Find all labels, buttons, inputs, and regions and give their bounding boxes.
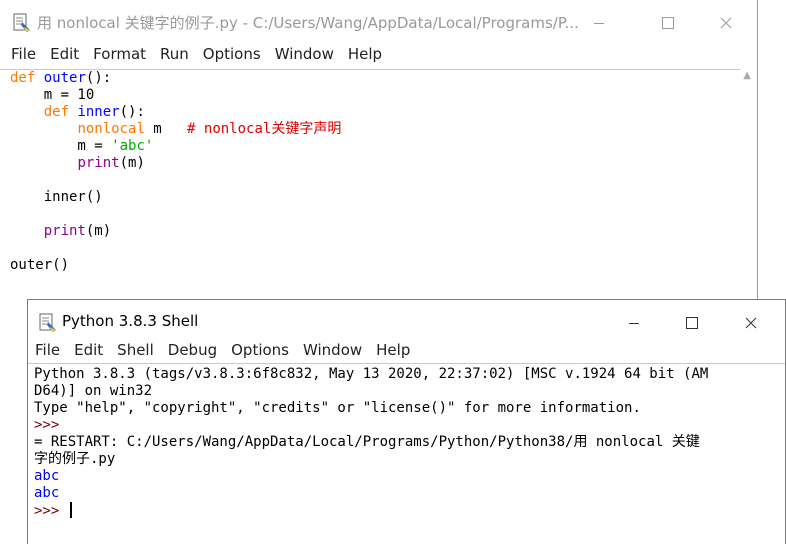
menu-edit[interactable]: Edit <box>74 341 103 359</box>
restart-line: 字的例子.py <box>34 451 116 467</box>
minimize-icon[interactable] <box>611 300 657 345</box>
minimize-icon[interactable] <box>576 0 622 45</box>
output-line: abc <box>34 485 60 501</box>
shell-titlebar[interactable]: Python 3.8.3 Shell <box>28 300 785 345</box>
menu-options[interactable]: Options <box>203 45 261 63</box>
code-line: m = 'abc' <box>10 138 154 154</box>
code-line: m = 10 <box>10 87 95 103</box>
scrollbar-up-arrow-icon[interactable]: ▲ <box>743 70 751 81</box>
output-line: abc <box>34 468 60 484</box>
code-line: print(m) <box>43 223 112 239</box>
code-line: print(m) <box>77 155 145 171</box>
shell-title: Python 3.8.3 Shell <box>62 312 199 330</box>
shell-output: Python 3.8.3 (tags/v3.8.3:6f8c832, May 1… <box>34 366 708 520</box>
python-shell-icon <box>38 313 58 337</box>
maximize-icon[interactable] <box>645 0 691 45</box>
code-line: nonlocal m # nonlocal关键字声明 <box>77 121 342 137</box>
menu-edit[interactable]: Edit <box>50 45 79 63</box>
maximize-icon[interactable] <box>669 300 715 345</box>
banner-line: Type "help", "copyright", "credits" or "… <box>34 400 641 416</box>
code-line: outer() <box>10 257 70 273</box>
editor-titlebar[interactable]: 用 nonlocal 关键字的例子.py - C:/Users/Wang/App… <box>0 0 757 45</box>
shell-menubar: File Edit Shell Debug Options Window Help <box>35 341 410 363</box>
menu-help[interactable]: Help <box>376 341 410 359</box>
menu-shell[interactable]: Shell <box>117 341 154 359</box>
menu-file[interactable]: File <box>35 341 60 359</box>
code-line: def outer(): <box>10 70 112 86</box>
menu-help[interactable]: Help <box>348 45 382 63</box>
python-idle-icon <box>12 13 32 37</box>
code-line: def inner(): <box>43 104 145 120</box>
close-icon[interactable] <box>728 300 774 345</box>
banner-line: Python 3.8.3 (tags/v3.8.3:6f8c832, May 1… <box>34 366 709 382</box>
menu-window[interactable]: Window <box>275 45 334 63</box>
menu-file[interactable]: File <box>11 45 36 63</box>
menu-run[interactable]: Run <box>160 45 189 63</box>
close-icon[interactable] <box>703 0 749 45</box>
editor-title: 用 nonlocal 关键字的例子.py - C:/Users/Wang/App… <box>37 14 579 32</box>
banner-line: D64)] on win32 <box>34 383 153 399</box>
menu-options[interactable]: Options <box>231 341 289 359</box>
menu-debug[interactable]: Debug <box>168 341 217 359</box>
shell-prompt-active[interactable]: >>> <box>34 503 68 519</box>
shell-window: Python 3.8.3 Shell File Edit Shell Debug Opt… <box>27 299 786 544</box>
editor-menubar: File Edit Format Run Options Window Help <box>11 45 382 67</box>
restart-line: = RESTART: C:/Users/Wang/AppData/Local/P… <box>34 434 700 450</box>
shell-prompt: >>> <box>34 417 68 433</box>
text-cursor <box>69 502 72 518</box>
code-line: inner() <box>10 189 103 205</box>
menu-format[interactable]: Format <box>93 45 146 63</box>
editor-code: def outer(): m = 10 def inner(): nonloca… <box>10 70 341 274</box>
menu-window[interactable]: Window <box>303 341 362 359</box>
